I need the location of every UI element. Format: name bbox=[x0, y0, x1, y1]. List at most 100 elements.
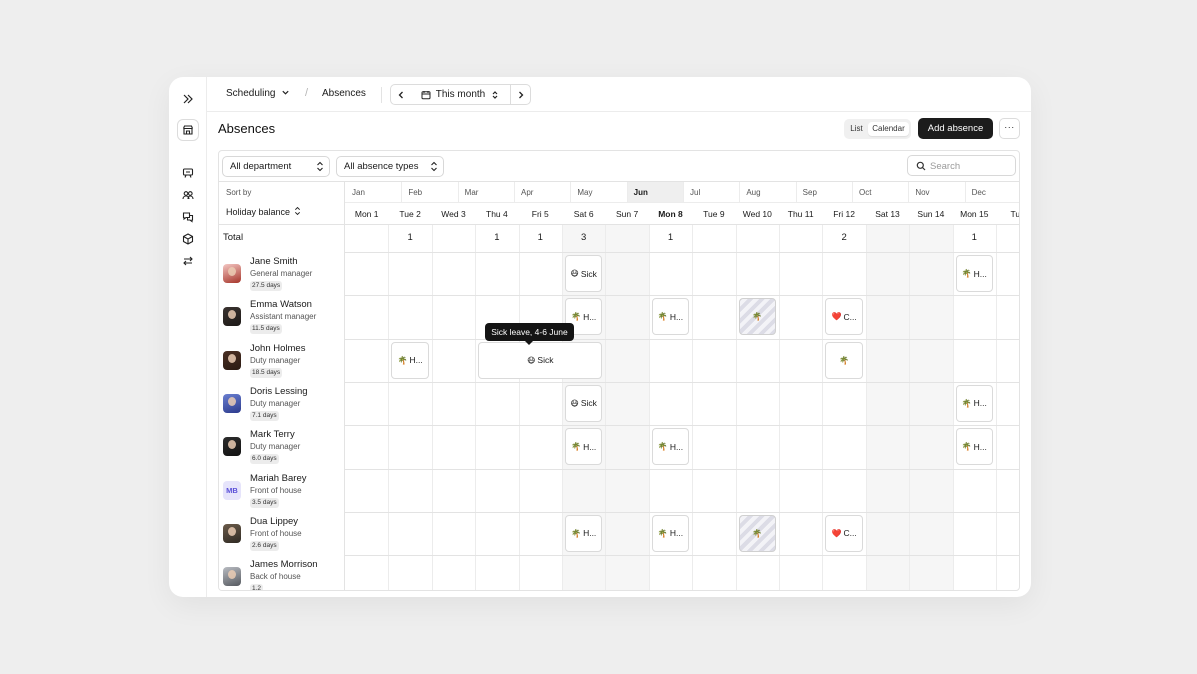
column-divider bbox=[431, 224, 433, 590]
column-divider bbox=[909, 224, 911, 590]
avatar bbox=[223, 350, 241, 370]
chevron-up-down-icon bbox=[317, 161, 323, 172]
swap-icon[interactable] bbox=[180, 253, 196, 269]
more-options-button[interactable]: ··· bbox=[999, 118, 1020, 139]
holiday-balance-badge: 27.5 days bbox=[250, 281, 283, 291]
absence-card[interactable]: 🌴 H... bbox=[651, 298, 690, 336]
absence-card[interactable]: 🌴 bbox=[825, 341, 863, 379]
day-total: 1 bbox=[971, 232, 977, 243]
avatar bbox=[223, 393, 241, 413]
absence-card[interactable]: 🌴 H... bbox=[651, 428, 690, 466]
holiday-balance-badge: 7.1 days bbox=[250, 410, 279, 421]
day-total: 3 bbox=[581, 232, 587, 243]
previous-period-button[interactable] bbox=[390, 84, 411, 105]
absence-card[interactable]: 🌴 bbox=[738, 514, 776, 552]
absence-type-icon: 🌴 bbox=[397, 355, 408, 365]
search-icon bbox=[916, 161, 926, 171]
employee-row[interactable]: Jane Smith General manager 27.5 days bbox=[219, 252, 345, 295]
employee-row[interactable]: Mark Terry Duty manager 6.0 days bbox=[219, 425, 345, 468]
sort-selector[interactable]: Holiday balance bbox=[226, 206, 301, 217]
view-calendar-button[interactable]: Calendar bbox=[868, 122, 909, 136]
avatar bbox=[223, 567, 241, 587]
absence-type-icon: 🌴 bbox=[961, 269, 972, 278]
employee-row[interactable]: Doris Lessing Duty manager 7.1 days bbox=[219, 382, 345, 425]
day-header: Mon 15 bbox=[960, 209, 989, 219]
employee-name: John Holmes bbox=[250, 342, 306, 354]
department-filter[interactable]: All department bbox=[222, 156, 330, 177]
day-header: Thu 4 bbox=[486, 209, 508, 219]
view-list-button[interactable]: List bbox=[846, 122, 867, 136]
absence-label: H... bbox=[583, 311, 597, 322]
absence-card[interactable]: 🌴 bbox=[738, 298, 776, 336]
month-oct[interactable]: Oct bbox=[852, 188, 908, 201]
employee-row[interactable]: Dua Lippey Front of house 2.6 days bbox=[219, 512, 345, 555]
row-divider bbox=[345, 425, 1019, 427]
month-sep[interactable]: Sep bbox=[796, 188, 852, 201]
next-period-button[interactable] bbox=[510, 84, 531, 105]
day-header: Tue bbox=[1010, 209, 1020, 219]
absence-type-icon: 🌴 bbox=[961, 398, 972, 408]
box-icon[interactable] bbox=[180, 231, 196, 247]
column-divider bbox=[692, 224, 694, 590]
chat-icon[interactable] bbox=[180, 209, 196, 225]
month-may[interactable]: May bbox=[570, 188, 626, 201]
month-apr[interactable]: Apr bbox=[514, 188, 570, 201]
employee-role: Duty manager bbox=[250, 442, 301, 452]
employee-row[interactable]: MB Mariah Barey Front of house 3.5 days bbox=[219, 469, 345, 512]
absence-card[interactable]: 🌴 H... bbox=[651, 514, 690, 552]
column-divider bbox=[865, 224, 867, 590]
absence-label: H... bbox=[669, 311, 684, 322]
month-jun[interactable]: Jun bbox=[627, 188, 683, 201]
column-divider bbox=[822, 224, 824, 590]
absence-card[interactable]: 🌴 H... bbox=[565, 514, 603, 552]
month-dec[interactable]: Dec bbox=[965, 188, 1019, 201]
messages-icon[interactable] bbox=[180, 165, 196, 181]
absence-label: H... bbox=[409, 355, 423, 366]
add-absence-button[interactable]: Add absence bbox=[918, 118, 993, 139]
employee-name: Mariah Barey bbox=[250, 472, 307, 484]
absence-card[interactable]: 🌴 H... bbox=[391, 341, 429, 379]
employee-row[interactable]: James Morrison Back of house 1.2 bbox=[219, 555, 345, 590]
month-mar[interactable]: Mar bbox=[458, 188, 514, 201]
absence-card[interactable]: 🌴 H... bbox=[955, 255, 993, 292]
absence-card[interactable]: 🌴 H... bbox=[955, 384, 993, 422]
absence-card[interactable]: ❤️ C... bbox=[825, 298, 863, 336]
month-feb[interactable]: Feb bbox=[401, 188, 457, 201]
absence-type-filter-label: All absence types bbox=[344, 161, 419, 172]
search-input[interactable] bbox=[930, 159, 1010, 173]
expand-sidebar-icon[interactable] bbox=[180, 91, 196, 107]
absence-card[interactable]: 😷 Sick bbox=[565, 384, 603, 422]
holiday-balance-badge: 6.0 days bbox=[250, 454, 279, 465]
absence-type-filter[interactable]: All absence types bbox=[336, 156, 444, 177]
month-jul[interactable]: Jul bbox=[683, 188, 739, 201]
absence-card[interactable]: 😷 Sick bbox=[565, 255, 603, 292]
employee-name: Jane Smith bbox=[250, 256, 298, 267]
team-icon[interactable] bbox=[180, 187, 196, 203]
page-title: Absences bbox=[218, 121, 276, 136]
period-selector[interactable]: This month bbox=[410, 84, 511, 105]
breadcrumb-scheduling-label: Scheduling bbox=[226, 88, 276, 99]
month-jan[interactable]: Jan bbox=[345, 188, 401, 201]
absence-card[interactable]: 🌴 H... bbox=[955, 428, 993, 466]
absence-card[interactable]: 😷 Sick bbox=[478, 341, 603, 379]
employee-row[interactable]: Emma Watson Assistant manager 11.5 days bbox=[219, 295, 345, 338]
store-icon[interactable] bbox=[177, 119, 199, 141]
day-total: 1 bbox=[667, 232, 674, 243]
employee-row[interactable]: John Holmes Duty manager 18.5 days bbox=[219, 339, 345, 382]
breadcrumb-absences[interactable]: Absences bbox=[322, 88, 366, 99]
avatar bbox=[223, 307, 241, 327]
day-header: Fri 5 bbox=[531, 209, 549, 219]
employee-column: Sort by Holiday balance Total Jane Smith… bbox=[219, 182, 345, 590]
breadcrumb-scheduling[interactable]: Scheduling bbox=[226, 88, 290, 99]
sort-value: Holiday balance bbox=[226, 207, 291, 217]
row-divider bbox=[345, 511, 1019, 513]
absence-card[interactable]: 🌴 H... bbox=[565, 428, 603, 466]
row-divider bbox=[345, 468, 1019, 470]
month-nov[interactable]: Nov bbox=[908, 188, 964, 201]
search-field[interactable] bbox=[907, 155, 1016, 176]
day-header: Tue 9 bbox=[703, 209, 725, 219]
day-total: 2 bbox=[841, 232, 847, 243]
month-aug[interactable]: Aug bbox=[739, 188, 795, 201]
absence-card[interactable]: ❤️ C... bbox=[825, 514, 863, 552]
employee-name: Dua Lippey bbox=[250, 515, 299, 527]
